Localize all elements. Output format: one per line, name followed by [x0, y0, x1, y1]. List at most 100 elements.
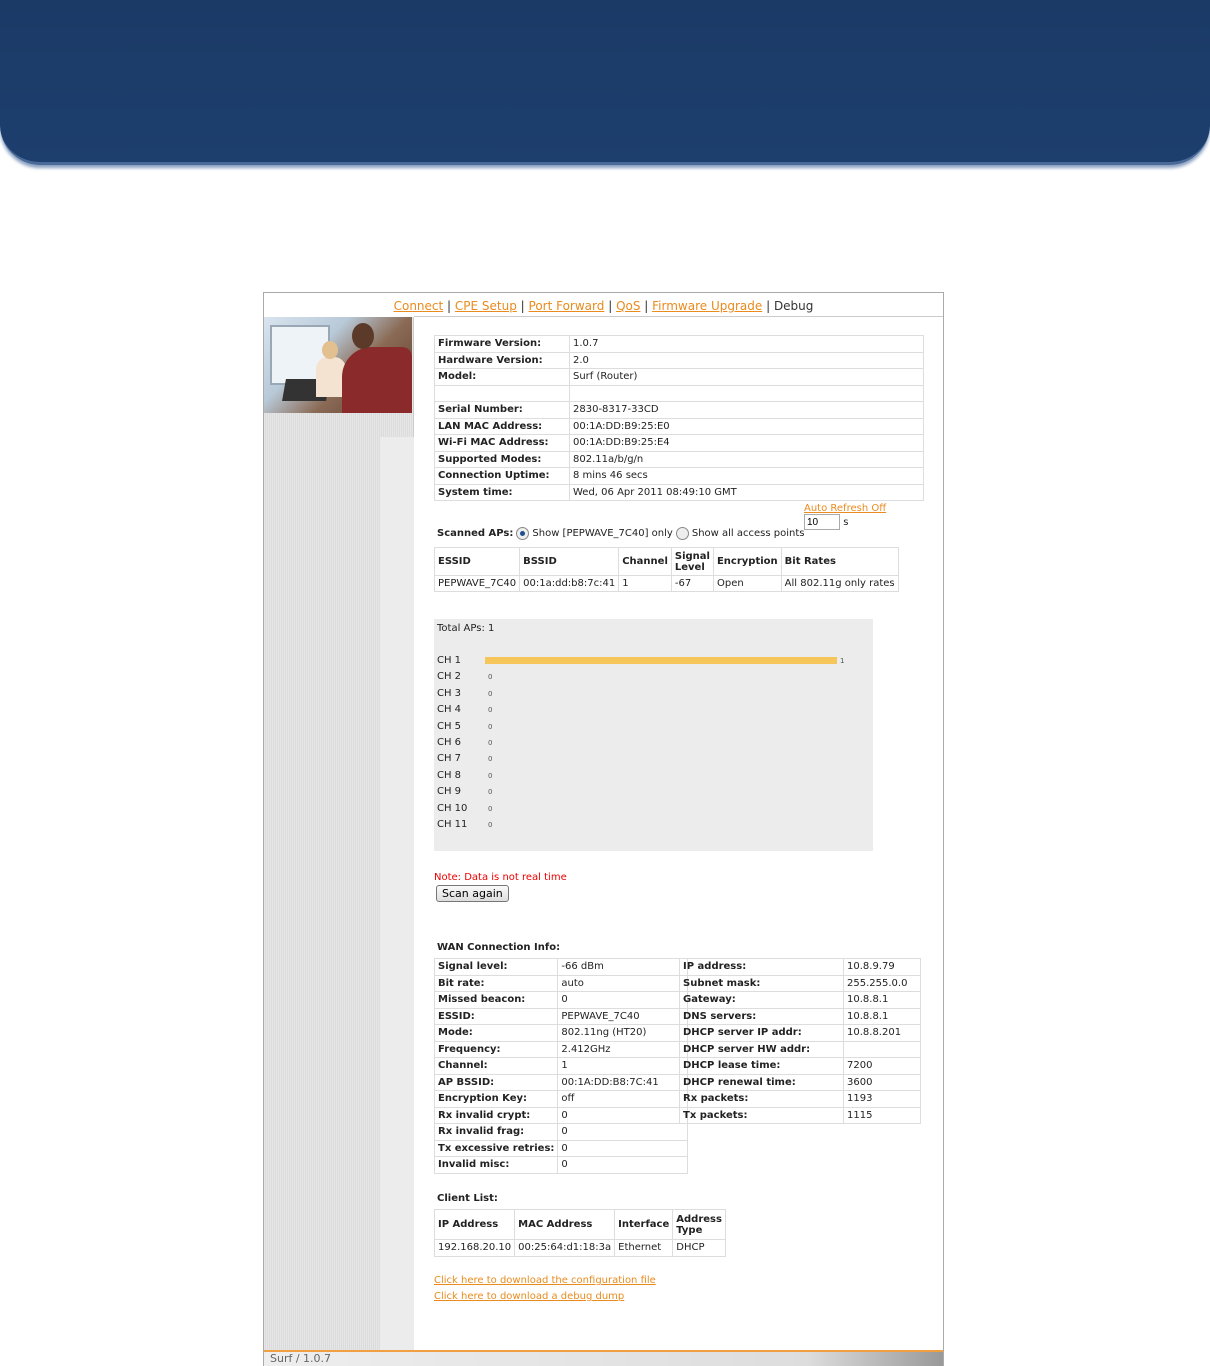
- chart-category-label: CH 3: [437, 687, 462, 699]
- nav-separator: |: [604, 299, 617, 313]
- sidebar-strip: [380, 437, 414, 1351]
- chart-bar: [485, 657, 837, 664]
- nav-current-debug: Debug: [773, 299, 814, 313]
- wan-left-row: Rx invalid frag: 0: [433, 1123, 689, 1141]
- chart-value-label: 0: [488, 739, 493, 747]
- nav-link-firmware-upgrade[interactable]: Firmware Upgrade: [652, 299, 762, 313]
- scan-filter: Scanned APs: Show [PEPWAVE_7C40] only Sh…: [437, 527, 804, 540]
- ap-row: PEPWAVE_7C40 00:1a:dd:b8:7c:41 1 -67 Open All…: [433, 575, 899, 592]
- scan-again-button[interactable]: Scan again: [436, 885, 509, 902]
- device-info-key: Firmware Version:: [434, 335, 570, 353]
- wan-right-value: 10.8.8.1: [843, 991, 921, 1009]
- refresh-unit: s: [843, 517, 849, 528]
- wan-left-value: 0: [557, 1156, 689, 1174]
- chart-category-label: CH 2: [437, 671, 462, 683]
- chart-category-label: CH 5: [437, 720, 462, 732]
- ap-header-row: ESSID BSSID Channel Signal Level Encryption B…: [433, 547, 899, 576]
- device-info-row: [434, 384, 924, 402]
- device-info-value: 00:1A:DD:B9:25:E0: [569, 417, 924, 435]
- auto-refresh-toggle[interactable]: Auto Refresh Off: [804, 503, 886, 514]
- chart-category-label: CH 4: [437, 704, 462, 716]
- client-cell: 00:25:64:d1:18:3a: [514, 1239, 616, 1257]
- wan-left-key: Rx invalid frag:: [433, 1123, 559, 1141]
- sidebar: [264, 317, 414, 1351]
- wan-right-value: 3600: [843, 1073, 921, 1091]
- wan-left-key: Encryption Key:: [433, 1090, 559, 1108]
- device-info-row: Model: Surf (Router): [434, 368, 924, 386]
- wan-right-row: DHCP renewal time: 3600: [679, 1073, 921, 1091]
- nav-separator: |: [640, 299, 653, 313]
- wan-right-key: DHCP server IP addr:: [679, 1024, 844, 1042]
- chart-value-label: 0: [488, 673, 493, 682]
- wan-right-row: DHCP server IP addr: 10.8.8.201: [679, 1024, 921, 1042]
- device-info-row: Connection Uptime: 8 mins 46 secs: [434, 467, 924, 485]
- client-row: 192.168.20.10 00:25:64:d1:18:3a Ethernet DH…: [433, 1239, 726, 1257]
- wan-left-row: Invalid misc: 0: [433, 1156, 689, 1174]
- device-info-row: LAN MAC Address: 00:1A:DD:B9:25:E0: [434, 417, 924, 435]
- wan-left-row: Frequency: 2.412GHz: [433, 1040, 689, 1058]
- client-header: MAC Address: [514, 1209, 616, 1240]
- wan-left-row: Tx excessive retries: 0: [433, 1139, 689, 1157]
- nav-link-qos[interactable]: QoS: [616, 299, 640, 313]
- chart-category-label: CH 10: [437, 802, 468, 814]
- show-only-radio[interactable]: [516, 527, 530, 540]
- wan-left-value: -66 dBm: [557, 958, 689, 976]
- nav-link-port-forward[interactable]: Port Forward: [529, 299, 605, 313]
- wan-left-key: Channel:: [433, 1057, 559, 1075]
- client-header-row: IP Address MAC Address Interface Address Ty…: [433, 1209, 726, 1240]
- chart-value-label: 0: [488, 706, 493, 715]
- wan-right-row: IP address: 10.8.9.79: [679, 958, 921, 976]
- show-all-radio[interactable]: [675, 527, 689, 540]
- device-info-value: 1.0.7: [569, 335, 924, 353]
- wan-left-key: Signal level:: [433, 958, 559, 976]
- chart-category-label: CH 7: [437, 753, 462, 765]
- device-info-value: Wed, 06 Apr 2011 08:49:10 GMT: [569, 483, 924, 501]
- refresh-interval-input[interactable]: [804, 514, 840, 530]
- nav-divider: [414, 316, 943, 317]
- client-header: Interface: [614, 1209, 674, 1240]
- scanned-aps-label: Scanned APs:: [437, 528, 514, 539]
- wan-right-value: 1115: [843, 1106, 921, 1124]
- wan-right-value: 10.8.8.1: [843, 1007, 921, 1025]
- wan-right-value: 255.255.0.0: [843, 974, 921, 992]
- chart-category-label: CH 6: [437, 737, 462, 748]
- chart-category-label: CH 1: [437, 655, 462, 666]
- download-debug-link[interactable]: Click here to download a debug dump: [434, 1291, 624, 1302]
- nav-link-connect[interactable]: Connect: [394, 299, 444, 313]
- realtime-note: Note: Data is not real time: [434, 872, 567, 883]
- nav-link-cpe-setup[interactable]: CPE Setup: [455, 299, 517, 313]
- device-info-key: Wi-Fi MAC Address:: [434, 434, 570, 452]
- chart-value-label: 0: [488, 771, 493, 780]
- wan-info-right: IP address: 10.8.9.79 Subnet mask: 255.255.…: [679, 958, 921, 1124]
- footer: Surf / 1.0.7: [264, 1350, 943, 1366]
- wan-left-key: Rx invalid crypt:: [433, 1106, 559, 1124]
- ap-header: ESSID: [433, 547, 521, 576]
- wan-left-key: Missed beacon:: [433, 991, 559, 1009]
- download-config-link[interactable]: Click here to download the configuration…: [434, 1275, 656, 1286]
- wan-info-left: Signal level: -66 dBm Bit rate: auto Missed …: [433, 958, 689, 1174]
- show-only-label: Show [PEPWAVE_7C40] only: [532, 528, 673, 539]
- wan-right-value: 10.8.8.201: [843, 1024, 921, 1042]
- wan-left-key: Mode:: [433, 1024, 559, 1042]
- wan-left-row: Signal level: -66 dBm: [433, 958, 689, 976]
- wan-right-key: Gateway:: [679, 991, 844, 1009]
- wan-left-row: Channel: 1: [433, 1057, 689, 1075]
- device-info-key: [434, 384, 570, 402]
- ap-cell: PEPWAVE_7C40: [433, 575, 521, 592]
- chart-value-label: 1: [840, 657, 845, 665]
- wan-left-row: Mode: 802.11ng (HT20): [433, 1024, 689, 1042]
- chart-title: Total APs: 1: [437, 623, 495, 634]
- chart-category-label: CH 9: [437, 786, 462, 798]
- nav-separator: |: [443, 299, 455, 313]
- wan-left-key: Bit rate:: [433, 974, 559, 992]
- wan-right-row: Rx packets: 1193: [679, 1090, 921, 1108]
- device-info-key: LAN MAC Address:: [434, 417, 570, 435]
- device-info-row: Firmware Version: 1.0.7: [434, 335, 924, 353]
- top-nav: Connect | CPE Setup | Port Forward | QoS…: [264, 299, 943, 313]
- client-header: IP Address: [433, 1209, 516, 1240]
- client-list-title: Client List:: [437, 1193, 498, 1204]
- channel-chart: Total APs: 1 CH 1 1 CH 2 0 CH 3 0 CH 4 0 CH 5 0 CH…: [434, 619, 873, 851]
- ap-header: BSSID: [519, 547, 620, 576]
- wan-right-row: DNS servers: 10.8.8.1: [679, 1007, 921, 1025]
- chart-value-label: 0: [488, 788, 493, 797]
